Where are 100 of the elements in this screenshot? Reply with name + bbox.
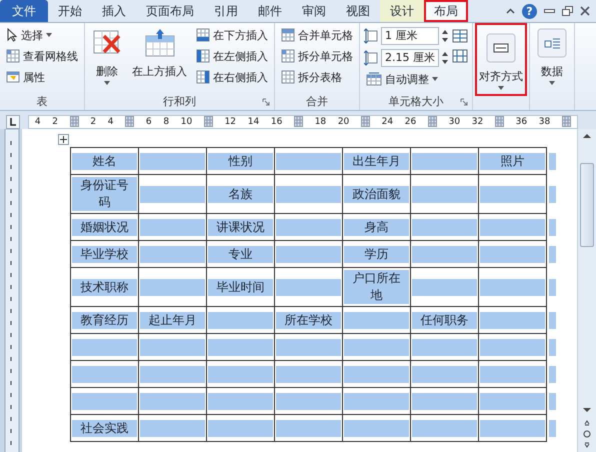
column-marker-icon[interactable] — [360, 116, 370, 127]
caret-icon — [432, 77, 438, 81]
collapse-ribbon-icon[interactable] — [506, 8, 515, 14]
column-marker-icon[interactable] — [70, 116, 79, 127]
ribbon-button[interactable]: 在下方插入 — [194, 25, 270, 45]
ribbon-button[interactable]: 合并单元格 — [279, 25, 355, 45]
caret-icon — [104, 81, 110, 85]
ribbon-button[interactable]: 拆分单元格 — [279, 46, 355, 66]
selection-highlight — [72, 366, 137, 382]
ribbon-tab[interactable]: 页面布局 — [136, 0, 204, 22]
properties-icon — [6, 70, 20, 84]
horizontal-ruler[interactable]: 4 2 2 4 6 8 10 12 14 16 18 20 24 26 30 32 36 38 — [28, 114, 578, 128]
ribbon-button[interactable]: 属性 — [4, 67, 80, 87]
ribbon-button[interactable]: 选择 — [4, 25, 80, 45]
table-cell: 出生年月 — [344, 152, 409, 170]
selection-highlight — [480, 312, 545, 328]
ribbon-button[interactable]: 查看网格线 — [4, 46, 80, 66]
selection-highlight — [480, 186, 545, 202]
ribbon-button[interactable]: 删除 — [89, 25, 125, 87]
distribute-columns-icon[interactable] — [452, 48, 468, 64]
ruler-number: 30 — [448, 116, 460, 126]
ribbon-tab[interactable]: 视图 — [336, 0, 380, 22]
row-end-mark — [549, 338, 556, 356]
selection-highlight — [276, 186, 341, 202]
move-handle-icon[interactable] — [58, 134, 69, 145]
ribbon-button[interactable]: 在上方插入 — [129, 25, 190, 81]
selection-highlight — [412, 152, 477, 170]
ribbon-button[interactable]: 拆分表格 — [279, 67, 355, 87]
selection-highlight — [208, 338, 273, 356]
ribbon-tab[interactable]: 引用 — [204, 0, 248, 22]
ribbon-tab[interactable]: 插入 — [92, 0, 136, 22]
split-table-icon — [281, 70, 295, 84]
selection-highlight — [276, 366, 341, 382]
autofit-icon — [366, 72, 382, 86]
ribbon-button[interactable]: 在左侧插入 — [194, 46, 270, 66]
selection-highlight — [344, 392, 409, 410]
selection-highlight — [208, 312, 273, 328]
ribbon-button[interactable]: 自动调整 — [364, 69, 448, 89]
group-label: 行和列 — [163, 94, 196, 109]
ribbon-tab[interactable]: 文件 — [0, 0, 48, 22]
scrollbar-thumb[interactable] — [580, 163, 594, 247]
selection-highlight — [412, 392, 477, 410]
selection-highlight — [276, 246, 341, 262]
table-cell: 起止年月 — [140, 312, 205, 328]
ribbon-button[interactable]: 对齐方式 — [477, 25, 525, 94]
ribbon-button[interactable]: 数据 — [534, 25, 570, 87]
selection-highlight — [480, 366, 545, 382]
ruler-number: 18 — [314, 116, 326, 126]
ruler-number: 2 — [90, 116, 96, 126]
tab-stop-icon[interactable] — [6, 114, 20, 128]
selection-highlight — [140, 218, 205, 236]
table-cell: 学历 — [344, 246, 409, 262]
dialog-launcher-icon[interactable] — [460, 98, 468, 106]
group-label: 合并 — [306, 94, 328, 109]
column-marker-icon[interactable] — [294, 116, 303, 127]
row-end-mark — [549, 186, 556, 202]
row-end-mark — [549, 312, 556, 328]
column-marker-icon[interactable] — [494, 116, 504, 127]
table-cell: 技术职称 — [72, 278, 137, 296]
column-marker-icon[interactable] — [428, 116, 437, 127]
selection-highlight — [72, 392, 137, 410]
help-button[interactable]: ? — [522, 4, 537, 18]
restore-icon[interactable] — [562, 6, 573, 16]
ruler-number: 26 — [404, 116, 416, 126]
spinner-icon[interactable] — [442, 28, 448, 42]
ruler-number: 24 — [382, 116, 394, 126]
ribbon-tab[interactable]: 邮件 — [248, 0, 292, 22]
ruler-number: 12 — [224, 116, 236, 126]
selection-highlight — [480, 218, 545, 236]
ruler-number: 2 — [52, 116, 58, 126]
close-icon[interactable] — [580, 6, 590, 16]
selection-highlight — [208, 366, 273, 382]
selection-highlight — [208, 392, 273, 410]
ruler-number: 10 — [180, 116, 192, 126]
insert-above-icon — [144, 28, 176, 58]
distribute-rows-icon[interactable] — [452, 28, 468, 44]
table-cell: 照片 — [480, 152, 545, 170]
spinner-icon[interactable] — [442, 50, 448, 64]
selection-highlight — [72, 338, 137, 356]
table-cell: 性别 — [208, 152, 273, 170]
size-field[interactable]: 1 厘米 — [381, 26, 439, 44]
minimize-icon[interactable] — [544, 9, 555, 13]
ribbon-tab[interactable]: 开始 — [48, 0, 92, 22]
selection-highlight — [276, 420, 341, 436]
ribbon-tab[interactable]: 布局 — [424, 0, 468, 22]
column-marker-icon[interactable] — [125, 116, 134, 127]
selection-highlight — [480, 338, 545, 356]
column-marker-icon[interactable] — [204, 116, 213, 127]
ribbon-tab[interactable]: 设计 — [380, 0, 424, 22]
ribbon-button[interactable]: 在右侧插入 — [194, 67, 270, 87]
column-marker-icon[interactable] — [562, 116, 571, 127]
selection-highlight — [412, 366, 477, 382]
group-label: 表 — [36, 94, 48, 109]
pointer-icon — [6, 28, 18, 42]
ribbon-tab[interactable]: 审阅 — [292, 0, 336, 22]
table-cell: 专业 — [208, 246, 273, 262]
ruler-number: 20 — [338, 116, 350, 126]
dialog-launcher-icon[interactable] — [262, 98, 270, 106]
ruler-number: 14 — [248, 116, 260, 126]
size-field[interactable]: 2.15 厘米 — [381, 48, 439, 66]
